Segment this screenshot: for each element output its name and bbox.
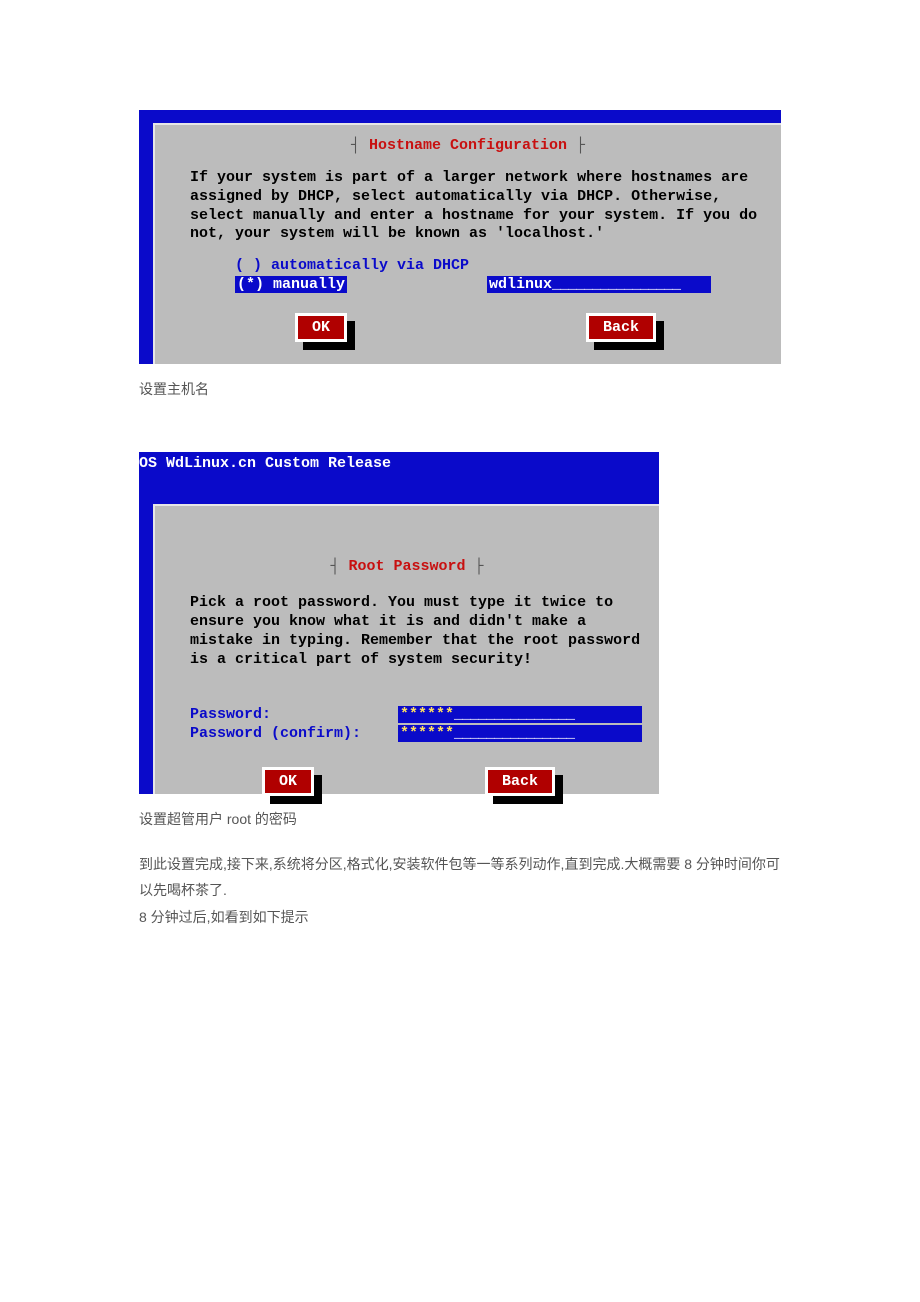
radio-dhcp[interactable]: ( ) automatically via DHCP [235, 257, 469, 274]
password-labels: Password: Password (confirm): [190, 706, 361, 744]
dialog-box: ┤ Root Password ├ Pick a root password. … [153, 504, 659, 794]
password-label: Password: [190, 706, 361, 725]
dialog-description: Pick a root password. You must type it t… [190, 594, 641, 669]
dialog-box: ┤ Hostname Configuration ├ If your syste… [153, 123, 781, 364]
ok-button[interactable]: OK [295, 313, 347, 342]
hostname-input[interactable]: wdlinux________________ [487, 276, 711, 293]
back-button[interactable]: Back [586, 313, 656, 342]
terminal-header: OS WdLinux.cn Custom Release [139, 452, 659, 504]
password-confirm-label: Password (confirm): [190, 725, 361, 744]
dialog-title: ┤ Hostname Configuration ├ [155, 137, 781, 154]
caption-rootpw: 设置超管用户 root 的密码 [139, 808, 920, 830]
dialog-title: ┤ Root Password ├ [155, 558, 659, 575]
password-confirm-input[interactable]: ******_______________ [398, 725, 642, 742]
caption-hostname: 设置主机名 [139, 378, 920, 400]
ok-button[interactable]: OK [262, 767, 314, 796]
password-input[interactable]: ******_______________ [398, 706, 642, 723]
radio-manual[interactable]: (*) manually [235, 276, 347, 293]
body-paragraph: 到此设置完成,接下来,系统将分区,格式化,安装软件包等一等系列动作,直到完成.大… [139, 851, 789, 931]
back-button[interactable]: Back [485, 767, 555, 796]
radio-group: ( ) automatically via DHCP (*) manually [235, 257, 469, 293]
dialog-description: If your system is part of a larger netwo… [190, 169, 763, 244]
root-password-screenshot: OS WdLinux.cn Custom Release ┤ Root Pass… [139, 452, 659, 794]
hostname-config-screenshot: ┤ Hostname Configuration ├ If your syste… [139, 110, 781, 364]
